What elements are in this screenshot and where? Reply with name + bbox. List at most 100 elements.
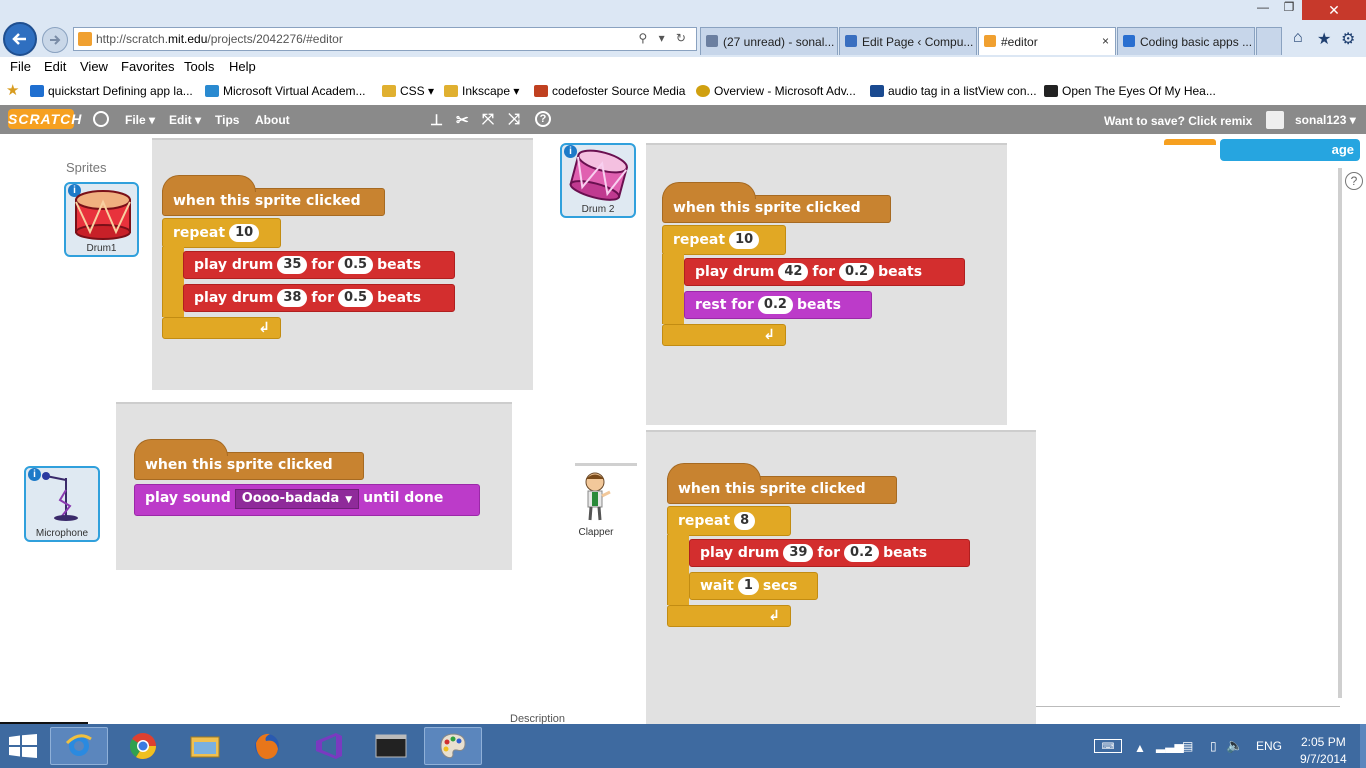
repeat-block[interactable]: repeat 10: [662, 225, 786, 255]
add-favorite-star-icon[interactable]: ★: [6, 81, 19, 99]
help-icon[interactable]: ?: [535, 111, 551, 127]
play-drum-block[interactable]: play drum 38 for 0.5 beats: [183, 284, 455, 312]
favorite-link[interactable]: codefoster Source Media: [534, 84, 685, 98]
menu-favorites[interactable]: Favorites: [121, 59, 174, 74]
windows-start-icon[interactable]: [8, 734, 38, 758]
play-sound-until-done-block[interactable]: play sound Oooo-badada ▼ until done: [134, 484, 480, 516]
favorites-star-icon[interactable]: ★: [1317, 29, 1331, 49]
wait-secs-block[interactable]: wait 1 secs: [689, 572, 818, 600]
sprite-clapper[interactable]: Clapper: [568, 468, 624, 540]
back-button[interactable]: [3, 22, 37, 56]
keyboard-icon[interactable]: ⌨: [1094, 739, 1122, 753]
sprite-drum1[interactable]: i Drum1: [64, 182, 139, 257]
repeat-count-input[interactable]: 8: [734, 512, 756, 530]
beats-input[interactable]: 0.2: [757, 296, 793, 314]
see-project-page-button[interactable]: age: [1220, 139, 1360, 161]
scratch-menu-file[interactable]: File ▾: [125, 113, 155, 127]
favorite-link[interactable]: quickstart Defining app la...: [30, 84, 193, 98]
beats-input[interactable]: 0.5: [338, 289, 374, 307]
play-drum-block[interactable]: play drum 35 for 0.5 beats: [183, 251, 455, 279]
script-panel-clapper[interactable]: when this sprite clicked repeat 8 play dr…: [646, 430, 1036, 724]
play-drum-block[interactable]: play drum 39 for 0.2 beats: [689, 539, 970, 567]
cut-scissors-icon[interactable]: ✂: [456, 111, 469, 129]
settings-gear-icon[interactable]: ⚙: [1341, 29, 1355, 49]
repeat-count-input[interactable]: 10: [729, 231, 760, 249]
menu-view[interactable]: View: [80, 59, 108, 74]
orange-tab[interactable]: [1164, 139, 1216, 145]
taskbar-paint[interactable]: [424, 727, 482, 765]
hat-block-when-clicked[interactable]: when this sprite clicked: [662, 182, 891, 223]
menu-help[interactable]: Help: [229, 59, 256, 74]
address-bar[interactable]: http://scratch.mit.edu/projects/2042276/…: [73, 27, 697, 51]
minimize-button[interactable]: —: [1250, 0, 1276, 18]
taskbar-firefox[interactable]: [238, 727, 296, 765]
favorite-folder[interactable]: CSS ▾: [382, 84, 434, 98]
seconds-input[interactable]: 1: [737, 577, 759, 595]
taskbar-file-explorer[interactable]: [176, 727, 234, 765]
username-menu[interactable]: sonal123 ▾: [1295, 113, 1356, 127]
new-tab-button[interactable]: [1256, 27, 1282, 55]
hat-block-when-clicked[interactable]: when this sprite clicked: [134, 439, 364, 480]
script-panel-drum2[interactable]: when this sprite clicked repeat 10 play d…: [646, 143, 1007, 425]
favorite-folder[interactable]: Inkscape ▾: [444, 84, 519, 98]
show-hidden-icons-chevron-up-icon[interactable]: ▲: [1134, 741, 1146, 755]
taskbar-internet-explorer[interactable]: [50, 727, 108, 765]
beats-input[interactable]: 0.2: [839, 263, 875, 281]
drum-number-input[interactable]: 39: [783, 544, 814, 562]
scratch-logo[interactable]: SCRATCH: [8, 109, 81, 129]
drum-number-input[interactable]: 42: [778, 263, 809, 281]
close-window-button[interactable]: ✕: [1302, 0, 1366, 20]
drum-number-input[interactable]: 38: [277, 289, 308, 307]
scratch-menu-tips[interactable]: Tips: [215, 113, 239, 127]
duplicate-stamp-icon[interactable]: ⊥: [430, 111, 443, 129]
tab-gmail[interactable]: (27 unread) - sonal...: [700, 27, 838, 55]
beats-input[interactable]: 0.2: [844, 544, 880, 562]
drum-number-input[interactable]: 35: [277, 256, 308, 274]
clock-date[interactable]: 9/7/2014: [1300, 752, 1347, 766]
tab-edit-page[interactable]: Edit Page ‹ Compu...: [839, 27, 977, 55]
favorite-link[interactable]: Overview - Microsoft Adv...: [696, 84, 856, 98]
hat-block-when-clicked[interactable]: when this sprite clicked: [162, 175, 385, 216]
script-panel-microphone[interactable]: when this sprite clicked play sound Oooo-…: [116, 402, 512, 570]
repeat-block[interactable]: repeat 10: [162, 218, 281, 248]
grow-icon[interactable]: ⤧: [482, 111, 494, 128]
network-signal-icon[interactable]: ▂▃▅: [1156, 739, 1184, 753]
clock-time[interactable]: 2:05 PM: [1301, 735, 1346, 749]
home-icon[interactable]: ⌂: [1293, 29, 1303, 47]
maximize-button[interactable]: ❐: [1276, 0, 1302, 18]
play-drum-block[interactable]: play drum 42 for 0.2 beats: [684, 258, 965, 286]
volume-icon[interactable]: 🔈: [1226, 737, 1243, 754]
sound-dropdown[interactable]: Oooo-badada ▼: [234, 489, 360, 509]
taskbar-command-prompt[interactable]: [362, 727, 420, 765]
repeat-block[interactable]: repeat 8: [667, 506, 791, 536]
favorite-link[interactable]: Microsoft Virtual Academ...: [205, 84, 366, 98]
beats-input[interactable]: 0.5: [338, 256, 374, 274]
favorite-link[interactable]: Open The Eyes Of My Hea...: [1044, 84, 1216, 98]
globe-icon[interactable]: [93, 111, 109, 127]
scrollbar[interactable]: [1338, 168, 1342, 698]
show-desktop-button[interactable]: [1360, 724, 1366, 768]
language-indicator[interactable]: ENG: [1256, 739, 1282, 753]
repeat-count-input[interactable]: 10: [229, 224, 260, 242]
tab-coding-apps[interactable]: Coding basic apps ...: [1117, 27, 1255, 55]
scratch-menu-about[interactable]: About: [255, 113, 290, 127]
action-center-icon[interactable]: ▤: [1182, 739, 1193, 753]
script-panel-drum1[interactable]: when this sprite clicked repeat 10 play d…: [152, 138, 533, 390]
scratch-menu-edit[interactable]: Edit ▾: [169, 113, 201, 127]
tab-close-icon[interactable]: ×: [1102, 34, 1109, 48]
sprite-drum2[interactable]: i Drum 2: [560, 143, 636, 218]
taskbar-visual-studio[interactable]: [300, 727, 358, 765]
tab-editor[interactable]: #editor ×: [978, 27, 1116, 55]
battery-icon[interactable]: ▯: [1210, 739, 1217, 753]
favorite-link[interactable]: audio tag in a listView con...: [870, 84, 1037, 98]
taskbar-chrome[interactable]: [114, 727, 172, 765]
menu-edit[interactable]: Edit: [44, 59, 66, 74]
shrink-icon[interactable]: ⤨: [508, 111, 520, 128]
menu-tools[interactable]: Tools: [184, 59, 214, 74]
hat-block-when-clicked[interactable]: when this sprite clicked: [667, 463, 897, 504]
sprite-microphone[interactable]: i Microphone: [24, 466, 100, 542]
avatar[interactable]: [1266, 111, 1284, 129]
help-icon[interactable]: ?: [1345, 172, 1363, 190]
forward-button[interactable]: [42, 27, 68, 53]
rest-for-block[interactable]: rest for 0.2 beats: [684, 291, 872, 319]
